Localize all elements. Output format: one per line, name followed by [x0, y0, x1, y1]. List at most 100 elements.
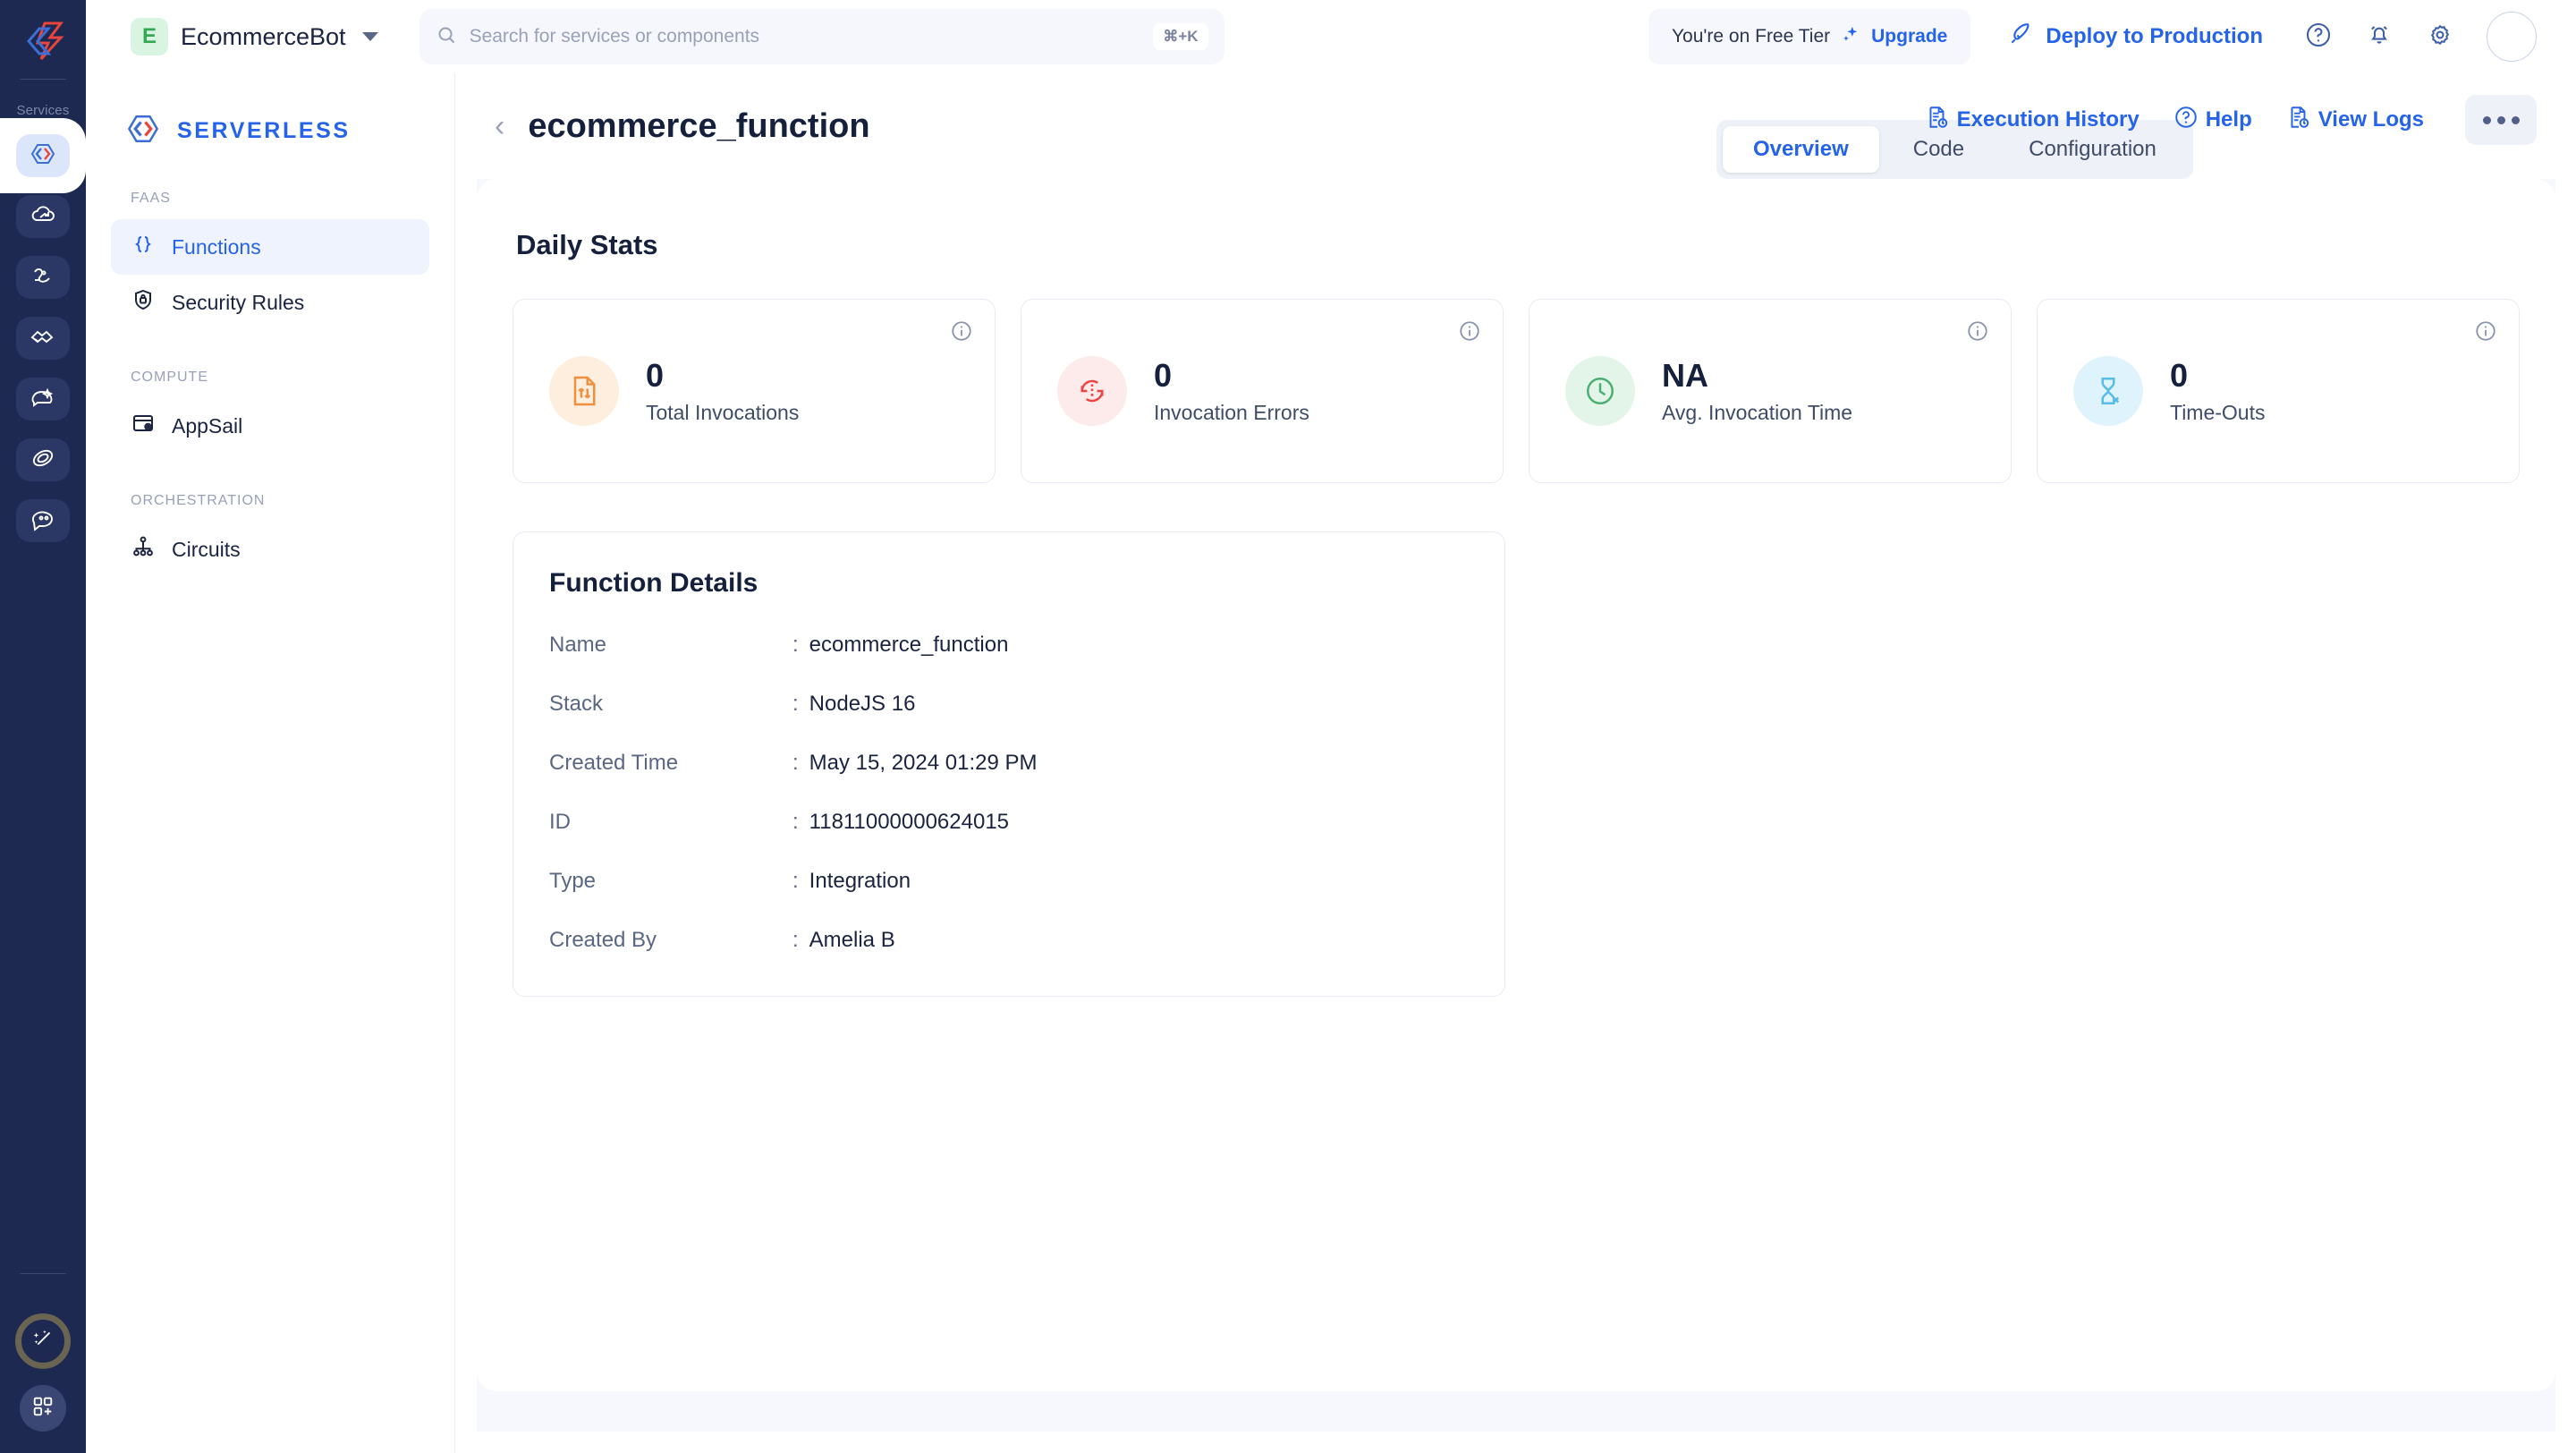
view-logs-button[interactable]: View Logs — [2286, 105, 2424, 136]
search-shortcut-badge: ⌘+K — [1153, 23, 1208, 50]
detail-colon: : — [792, 869, 799, 893]
free-tier-banner: You're on Free Tier Upgrade — [1648, 9, 1971, 64]
stat-value: NA — [1662, 356, 1708, 394]
detail-colon: : — [792, 810, 799, 834]
grid-plus-icon — [31, 1395, 55, 1423]
nav-section-orchestration: ORCHESTRATION Circuits — [86, 493, 454, 577]
help-circle-icon[interactable] — [2304, 21, 2333, 54]
detail-value: May 15, 2024 01:29 PM — [809, 751, 1038, 775]
nav-section-label-faas: FAAS — [131, 191, 171, 206]
detail-key: Stack — [549, 692, 604, 716]
error-refresh-icon — [1057, 356, 1127, 426]
tier-text: You're on Free Tier — [1671, 26, 1831, 47]
sidebar-item-security-rules[interactable]: Security Rules — [111, 275, 429, 330]
detail-value: ecommerce_function — [809, 633, 1009, 657]
search-input[interactable]: Search for services or components — [470, 26, 1141, 47]
help-label: Help — [2205, 107, 2252, 132]
content-area: Daily Stats 0 Total Invocations 0 Invoca… — [477, 179, 2555, 1432]
stat-value: 0 — [2170, 356, 2189, 394]
magic-wand-button[interactable] — [15, 1313, 71, 1369]
help-button[interactable]: Help — [2174, 105, 2252, 136]
search-icon — [436, 24, 457, 50]
detail-row: Created By : Amelia B — [549, 928, 1469, 953]
rail-bottom-divider — [20, 1273, 66, 1274]
more-options-button[interactable] — [2465, 95, 2537, 145]
detail-row: Name : ecommerce_function — [549, 633, 1469, 658]
rail-item-catalyst-cloud[interactable] — [16, 195, 70, 238]
global-search[interactable]: Search for services or components ⌘+K — [419, 9, 1224, 64]
rail-services-label: Services — [16, 103, 70, 118]
nav-section-label-orchestration: ORCHESTRATION — [131, 493, 266, 508]
stat-card-time-outs: 0 Time-Outs — [2037, 299, 2520, 483]
hourglass-x-icon — [2073, 356, 2143, 426]
sidebar-item-functions[interactable]: Functions — [111, 219, 429, 275]
detail-colon: : — [792, 692, 799, 716]
top-bar-icons — [2304, 12, 2537, 62]
chevron-left-icon[interactable]: ‹ — [495, 111, 504, 141]
stat-value: 0 — [646, 356, 665, 394]
rail-item-integrations[interactable] — [16, 317, 70, 360]
sidebar-item-appsail[interactable]: AppSail — [111, 398, 429, 454]
handshake-icon — [29, 322, 57, 355]
app-grid-add-button[interactable] — [20, 1385, 66, 1432]
overview-panel: Daily Stats 0 Total Invocations 0 Invoca… — [477, 179, 2555, 1391]
rail-item-ai-chat[interactable] — [16, 378, 70, 421]
rail-item-orbit[interactable] — [16, 438, 70, 481]
sitemap-icon — [131, 534, 156, 565]
rail-bottom-actions — [0, 1313, 86, 1432]
rocket-icon — [2006, 21, 2033, 53]
curly-braces-icon — [131, 232, 156, 262]
file-transfer-icon — [549, 356, 619, 426]
detail-value: Amelia B — [809, 928, 895, 952]
rail-item-support-chat[interactable] — [16, 499, 70, 542]
daily-stats-cards: 0 Total Invocations 0 Invocation Errors … — [513, 299, 2520, 483]
upgrade-link[interactable]: Upgrade — [1871, 26, 1947, 47]
deploy-label: Deploy to Production — [2046, 24, 2263, 48]
detail-colon: : — [792, 751, 799, 775]
org-avatar: E — [131, 18, 168, 55]
sidebar-item-label: AppSail — [172, 413, 243, 438]
rail-item-serverless[interactable] — [16, 134, 70, 177]
detail-key: Type — [549, 869, 597, 893]
window-gear-icon — [131, 411, 156, 441]
nav-section-compute: COMPUTE AppSail — [86, 370, 454, 454]
info-icon[interactable] — [1458, 319, 1481, 347]
info-icon[interactable] — [1966, 319, 1989, 347]
info-icon[interactable] — [950, 319, 973, 347]
execution-history-button[interactable]: Execution History — [1925, 105, 2140, 136]
stat-value: 0 — [1154, 356, 1173, 394]
user-avatar[interactable] — [2487, 12, 2537, 62]
function-details-card: Function Details Name : ecommerce_functi… — [513, 531, 1505, 997]
function-details-title: Function Details — [549, 568, 758, 598]
shield-lock-icon — [131, 287, 156, 318]
chat-sparkle-icon — [29, 383, 57, 416]
sparkle-icon — [1841, 25, 1860, 49]
gear-icon[interactable] — [2426, 21, 2454, 54]
sidebar-item-label: Functions — [172, 234, 261, 259]
detail-colon: : — [792, 633, 799, 657]
stat-label: Total Invocations — [646, 401, 800, 425]
sidebar-item-label: Circuits — [172, 537, 241, 561]
daily-stats-title: Daily Stats — [516, 229, 658, 260]
header-actions: Execution History Help View Logs — [1925, 95, 2537, 145]
org-switcher[interactable]: E EcommerceBot — [131, 18, 378, 55]
galaxy-spiral-icon — [29, 444, 57, 477]
detail-key: ID — [549, 810, 571, 834]
info-icon[interactable] — [2474, 319, 2497, 347]
sidebar-item-circuits[interactable]: Circuits — [111, 522, 429, 577]
rail-item-data-store[interactable] — [16, 256, 70, 299]
sidebar-item-label: Security Rules — [172, 290, 305, 314]
stat-label: Invocation Errors — [1154, 401, 1309, 425]
stat-card-avg-invocation-time: NA Avg. Invocation Time — [1529, 299, 2012, 483]
org-name: EcommerceBot — [181, 22, 346, 50]
stat-label: Avg. Invocation Time — [1662, 401, 1853, 425]
serverless-sidebar: SERVERLESS FAAS Functions Security Rules — [86, 73, 454, 1453]
deploy-to-production-button[interactable]: Deploy to Production — [2006, 21, 2263, 53]
detail-row: Type : Integration — [549, 869, 1469, 894]
zoho-arrow-logo[interactable] — [18, 16, 68, 66]
detail-row: ID : 11811000000624015 — [549, 810, 1469, 835]
ellipsis-icon — [2482, 115, 2491, 124]
execution-history-label: Execution History — [1956, 107, 2140, 132]
bell-icon[interactable] — [2365, 21, 2394, 54]
tab-overview[interactable]: Overview — [1723, 126, 1879, 173]
